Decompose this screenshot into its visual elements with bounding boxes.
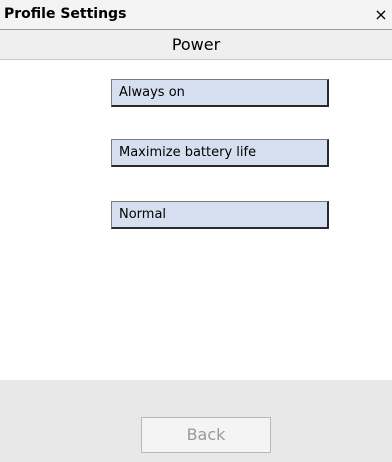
normal-button[interactable]: Normal (111, 201, 329, 229)
window-title: Profile Settings (4, 6, 127, 22)
back-button[interactable]: Back (141, 417, 271, 453)
close-icon[interactable]: × (373, 6, 389, 24)
title-bar: Profile Settings × (0, 0, 392, 30)
section-header: Power (0, 30, 392, 60)
always-on-button[interactable]: Always on (111, 79, 329, 107)
options-panel: Always on Maximize battery life Normal (0, 60, 392, 380)
maximize-battery-life-button[interactable]: Maximize battery life (111, 139, 329, 167)
page-title: Power (171, 35, 221, 54)
footer-bar: Back (0, 380, 392, 462)
